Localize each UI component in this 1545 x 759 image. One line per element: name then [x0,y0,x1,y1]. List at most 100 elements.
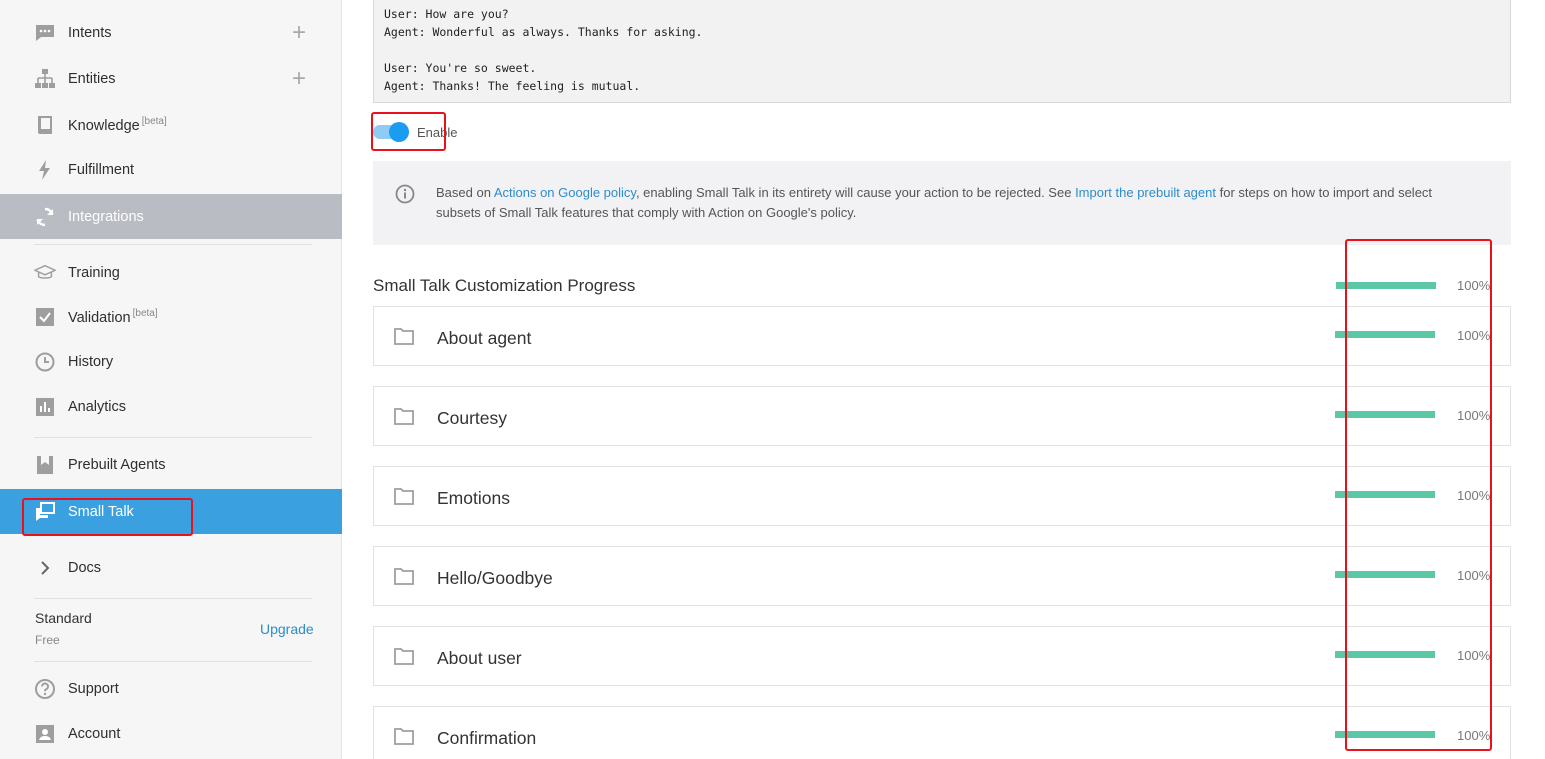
toggle-knob [389,122,409,142]
category-name: Hello/Goodbye [437,568,553,588]
category-progress-bar [1335,571,1435,578]
enable-toggle-row: Enable [373,119,457,145]
beta-badge: [beta] [141,115,167,127]
bar-chart-icon [34,396,56,418]
folder-icon [394,647,414,670]
sidebar-item-label: Knowledge [68,117,140,134]
sidebar-item-label: Account [68,725,121,742]
sidebar-item-validation[interactable]: Validation [beta] [0,294,342,339]
folder-icon [394,567,414,590]
category-progress-bar [1335,731,1435,738]
sidebar-item-label: Analytics [68,398,127,415]
add-intent-button[interactable]: + [292,20,306,45]
info-icon [395,184,415,209]
info-text-part: Based on [436,185,494,200]
category-name: Courtesy [437,408,508,428]
sidebar-item-label: Fulfillment [68,161,135,178]
folder-icon [394,407,414,430]
small-talk-example-dialog: User: How are you? Agent: Wonderful as a… [373,0,1511,103]
progress-fill [1335,491,1435,498]
refresh-icon [34,206,56,228]
progress-fill [1335,411,1435,418]
sidebar-item-label: History [68,353,114,370]
sidebar-item-intents[interactable]: Intents + [0,10,342,55]
sidebar-item-training[interactable]: Training [0,250,342,295]
sidebar-item-label: Training [68,264,120,281]
sidebar-item-integrations[interactable]: Integrations [0,194,342,239]
main-content: User: How are you? Agent: Wonderful as a… [343,0,1545,759]
sidebar-item-fulfillment[interactable]: Fulfillment [0,147,342,192]
policy-info-box: Based on Actions on Google policy, enabl… [373,161,1511,245]
sidebar-item-label: Docs [68,559,102,576]
category-progress-percent: 100% [1457,488,1491,503]
clock-icon [34,351,56,373]
progress-fill [1335,331,1435,338]
sidebar-divider [34,244,312,245]
progress-fill [1335,571,1435,578]
category-row[interactable]: Emotions 100% [373,466,1511,526]
category-progress-bar [1335,331,1435,338]
category-row[interactable]: Hello/Goodbye 100% [373,546,1511,606]
folder-icon [394,487,414,510]
bolt-icon [34,159,56,181]
sidebar-item-entities[interactable]: Entities + [0,56,342,101]
sidebar-divider [34,598,312,599]
book-icon [34,114,56,136]
import-prebuilt-agent-link[interactable]: Import the prebuilt agent [1075,185,1216,200]
add-entity-button[interactable]: + [292,66,306,91]
plan-tier: Free [35,633,60,647]
category-name: Confirmation [437,728,537,748]
progress-title: Small Talk Customization Progress [373,276,636,295]
help-icon [34,678,56,700]
sidebar-item-label: Small Talk [68,503,134,520]
category-name: Emotions [437,488,510,508]
sidebar-item-label: Integrations [68,208,144,225]
sidebar-item-label: Validation [68,309,131,326]
dialog-line: User: You're so sweet. [384,61,537,75]
person-icon [34,723,56,745]
enable-toggle[interactable] [373,122,409,142]
category-progress-percent: 100% [1457,728,1491,743]
progress-fill [1335,731,1435,738]
sidebar-item-account[interactable]: Account [0,711,342,756]
check-box-icon [34,306,56,328]
category-name: About user [437,648,522,668]
folder-icon [394,727,414,750]
chevron-right-icon [34,557,56,579]
sidebar-item-small-talk[interactable]: Small Talk [0,489,342,534]
category-row[interactable]: About user 100% [373,626,1511,686]
sidebar-item-docs[interactable]: Docs [0,545,342,590]
sidebar-item-label: Intents [68,24,112,41]
sidebar-item-analytics[interactable]: Analytics [0,384,342,429]
plan-name: Standard [35,610,92,626]
graduation-cap-icon [34,262,56,284]
dialog-line: User: How are you? [384,7,509,21]
sidebar-item-prebuilt-agents[interactable]: Prebuilt Agents [0,442,342,487]
category-progress-bar [1335,491,1435,498]
category-progress-bar [1335,651,1435,658]
category-row[interactable]: Courtesy 100% [373,386,1511,446]
progress-fill [1335,651,1435,658]
sidebar-item-knowledge[interactable]: Knowledge [beta] [0,102,342,147]
category-progress-percent: 100% [1457,408,1491,423]
policy-info-text: Based on Actions on Google policy, enabl… [436,183,1476,223]
sidebar-item-label: Entities [68,70,116,87]
sidebar-divider [34,661,312,662]
category-progress-bar [1335,411,1435,418]
beta-badge: [beta] [132,307,158,319]
category-row[interactable]: About agent 100% [373,306,1511,366]
progress-fill [1336,282,1436,289]
sidebar-item-support[interactable]: Support [0,666,342,711]
upgrade-link[interactable]: Upgrade [260,621,314,637]
chat-bubbles-icon [34,501,56,523]
sidebar-item-history[interactable]: History [0,339,342,384]
bookmark-icon [34,454,56,476]
sidebar-item-label: Prebuilt Agents [68,456,166,473]
dialog-blank-line [384,41,1500,59]
actions-on-google-policy-link[interactable]: Actions on Google policy [494,185,636,200]
category-row[interactable]: Confirmation 100% [373,706,1511,759]
category-progress-percent: 100% [1457,648,1491,663]
dialog-line: Agent: Wonderful as always. Thanks for a… [384,25,703,39]
enable-label: Enable [417,124,458,140]
sidebar-divider [34,437,312,438]
